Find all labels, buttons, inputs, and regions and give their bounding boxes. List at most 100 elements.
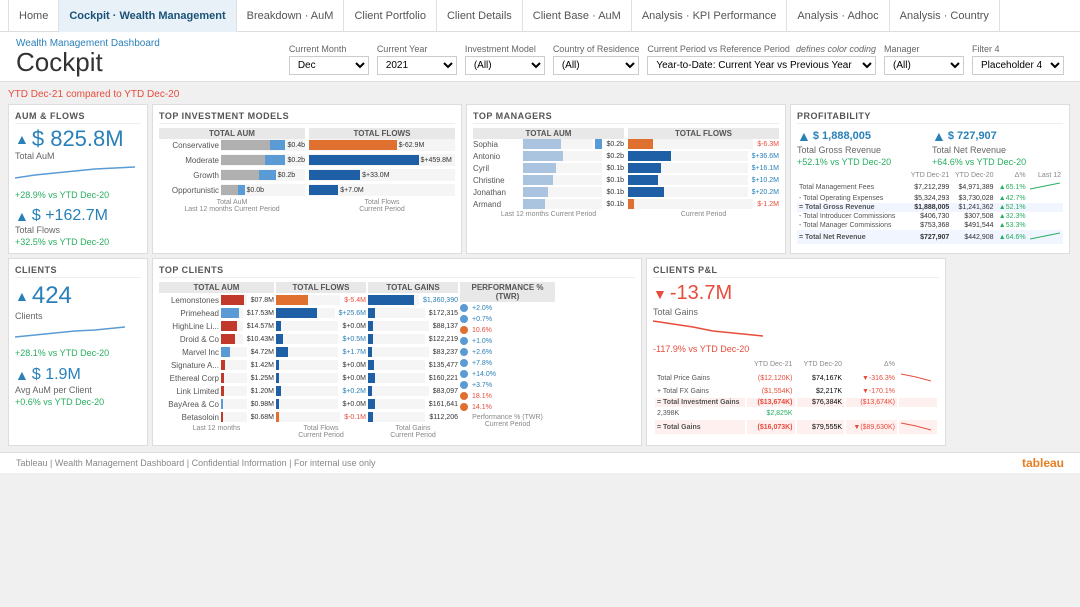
filter-4: Filter 4 Placeholder 4 — [972, 44, 1064, 75]
client-lemonstones-aum: Lemonstones$07.8M — [159, 295, 274, 305]
manager-armand-aum: Armand$0.1b — [473, 199, 624, 209]
pnl-table: YTD Dec-21 YTD Dec-20 Δ% Total Price Gai… — [653, 358, 939, 436]
model-row-growth-flows: $+33.0M — [309, 169, 455, 181]
filter-current-month: Current Month Dec — [289, 44, 369, 75]
client-highline-gains: $88,137 — [368, 321, 458, 331]
manager-antonio-aum: Antonio$0.2b — [473, 151, 624, 161]
profitability-table: YTD Dec-21 YTD Dec-20 Δ% Last 12 Total M… — [797, 171, 1063, 244]
gross-revenue-arrow: ▲ — [797, 128, 811, 144]
prof-row-net-revenue: = Total Net Revenue $727,907 $442,908 ▲6… — [797, 230, 1063, 244]
filter-country-label: Country of Residence — [553, 44, 640, 54]
nav-portfolio[interactable]: Client Portfolio — [344, 0, 437, 32]
filter-current-year: Current Year 2021 — [377, 44, 457, 75]
client-bayarea-flows: $+0.0M — [276, 399, 366, 409]
gross-revenue-value: $ 1,888,005 — [813, 130, 871, 142]
nav-country[interactable]: Analysis · Country — [890, 0, 1000, 32]
filter-year-select[interactable]: 2021 — [377, 56, 457, 75]
nav-adhoc[interactable]: Analysis · Adhoc — [787, 0, 889, 32]
nav-breakdown[interactable]: Breakdown · AuM — [237, 0, 345, 32]
managers-aum-header: TOTAL AUM — [473, 128, 624, 139]
clients-flows-col: TOTAL FLOWS $-5.4M $+25.6M $+0.0M $+0.5M… — [276, 282, 366, 439]
clients-gains-header: TOTAL GAINS — [368, 282, 458, 293]
perf-dot — [460, 359, 468, 367]
clients-count-label: Clients — [15, 311, 141, 321]
client-beta-aum: Betasoloin$0.68M — [159, 412, 274, 422]
perf-dot — [460, 370, 468, 378]
net-revenue-value: $ 727,907 — [948, 130, 997, 142]
nav-kpi[interactable]: Analysis · KPI Performance — [632, 0, 788, 32]
tableau-logo: tableau — [1022, 456, 1064, 470]
page-title: Cockpit — [16, 49, 160, 75]
gross-revenue-change: +52.1% vs YTD Dec-20 — [797, 157, 928, 167]
client-beta-gains: $112,206 — [368, 412, 458, 422]
flows-arrow-icon: ▲ — [15, 208, 29, 224]
manager-armand-flows: $-1.2M — [628, 199, 779, 209]
client-marvel-flows: $+1.7M — [276, 347, 366, 357]
perf-dot — [460, 326, 468, 334]
filter-manager-select[interactable]: (All) — [884, 56, 964, 75]
panel-aum-flows: AuM & FLOWS ▲ $ 825.8M Total AuM +28.9% … — [8, 104, 148, 254]
client-primehead-flows: $+25.6M — [276, 308, 366, 318]
managers-flows-section: TOTAL FLOWS $-6.3M $+36.6M $+16.1M $+10.… — [628, 128, 779, 218]
client-link-aum: Link Limited$1.20M — [159, 386, 274, 396]
clients-change: +28.1% vs YTD Dec-20 — [15, 348, 141, 358]
model-row-conservative-flows: $-62.9M — [309, 139, 455, 151]
clients-gains-col: TOTAL GAINS $1,360,390 $172,315 $88,137 … — [368, 282, 458, 439]
filter-country-select[interactable]: (All) — [553, 56, 640, 75]
panel-top-managers: TOP MANAGERS TOTAL AUM Sophia$0.2b Anton… — [466, 104, 786, 254]
top-row: AuM & FLOWS ▲ $ 825.8M Total AuM +28.9% … — [8, 104, 1072, 254]
panel-clients: CLIENTS ▲ 424 Clients +28.1% vs YTD Dec-… — [8, 258, 148, 446]
model-row-moderate-aum: Moderate $0.2b — [159, 154, 305, 166]
client-lemonstones-perf: +2.0% — [460, 304, 555, 312]
total-gains-label: Total Gains — [653, 307, 939, 317]
aum-change: +28.9% vs YTD Dec-20 — [15, 190, 141, 200]
investment-models-title: TOP INVESTMENT MODELS — [159, 111, 455, 124]
nav-home[interactable]: Home — [8, 0, 59, 32]
filter-period-label: Current Period vs Reference Period — [647, 44, 790, 54]
pnl-row-fx: + Total FX Gains ($1,554K) $2,217K ▼-170… — [655, 387, 937, 396]
total-flows-value: $ +162.7M — [32, 208, 108, 224]
clients-aum-col: TOTAL AUM Lemonstones$07.8M Primehead$17… — [159, 282, 274, 439]
prof-row-introducer: - Total Introducer Commissions $406,730 … — [797, 212, 1063, 221]
manager-cyril-flows: $+16.1M — [628, 163, 779, 173]
total-flows-label: Total Flows — [15, 225, 141, 235]
nav-cockpit[interactable]: Cockpit · Wealth Management — [59, 0, 236, 32]
total-gains-arrow: ▼ — [653, 286, 667, 302]
client-ethereal-flows: $+0.0M — [276, 373, 366, 383]
pnl-row-investment: = Total Investment Gains ($13,674K) $76,… — [655, 398, 937, 407]
client-marvel-aum: Marvel Inc$4.72M — [159, 347, 274, 357]
net-revenue-label: Total Net Revenue — [932, 145, 1063, 155]
nav-clientbase[interactable]: Client Base · AuM — [523, 0, 632, 32]
manager-sophia-aum: Sophia$0.2b — [473, 139, 624, 149]
filter4-select[interactable]: Placeholder 4 — [972, 56, 1064, 75]
page-header: Wealth Management Dashboard Cockpit Curr… — [0, 32, 1080, 82]
client-signature-flows: $+0.0M — [276, 360, 366, 370]
client-signature-aum: Signature A...$1.42M — [159, 360, 274, 370]
filter-model-select[interactable]: (All) — [465, 56, 545, 75]
title-area: Wealth Management Dashboard Cockpit — [16, 38, 160, 75]
panel-clients-pnl: CLIENTS P&L ▼ -13.7M Total Gains -117.9%… — [646, 258, 946, 446]
filter-period-select[interactable]: Year-to-Date: Current Year vs Previous Y… — [647, 56, 876, 75]
footer: Tableau | Wealth Management Dashboard | … — [0, 452, 1080, 473]
manager-sophia-flows: $-6.3M — [628, 139, 779, 149]
aum-header: TOTAL AUM — [159, 128, 305, 139]
clients-perf-col: PERFORMANCE % (TWR) +2.0% +0.7% 10.6% +1… — [460, 282, 555, 439]
total-gains-value: -13.7M — [670, 282, 732, 305]
client-link-perf: +3.7% — [460, 381, 555, 389]
client-primehead-gains: $172,315 — [368, 308, 458, 318]
client-ethereal-perf: +14.0% — [460, 370, 555, 378]
filter-month-select[interactable]: Dec — [289, 56, 369, 75]
filter-investment-model: Investment Model (All) — [465, 44, 545, 75]
client-beta-perf: 14.1% — [460, 403, 555, 411]
aum-sparkline — [15, 163, 135, 183]
dashboard-main: YTD Dec-21 compared to YTD Dec-20 AuM & … — [0, 82, 1080, 452]
net-revenue-arrow: ▲ — [932, 128, 946, 144]
client-bayarea-perf: 18.1% — [460, 392, 555, 400]
net-revenue-change: +64.6% vs YTD Dec-20 — [932, 157, 1063, 167]
top-clients-title: TOP CLIENTS — [159, 265, 635, 278]
filter-period-desc: defines color coding — [796, 44, 876, 54]
manager-christine-flows: $+10.2M — [628, 175, 779, 185]
nav-details[interactable]: Client Details — [437, 0, 523, 32]
client-droid-perf: +1.0% — [460, 337, 555, 345]
prof-row-manager-comm: - Total Manager Commissions $753,368 $49… — [797, 221, 1063, 230]
